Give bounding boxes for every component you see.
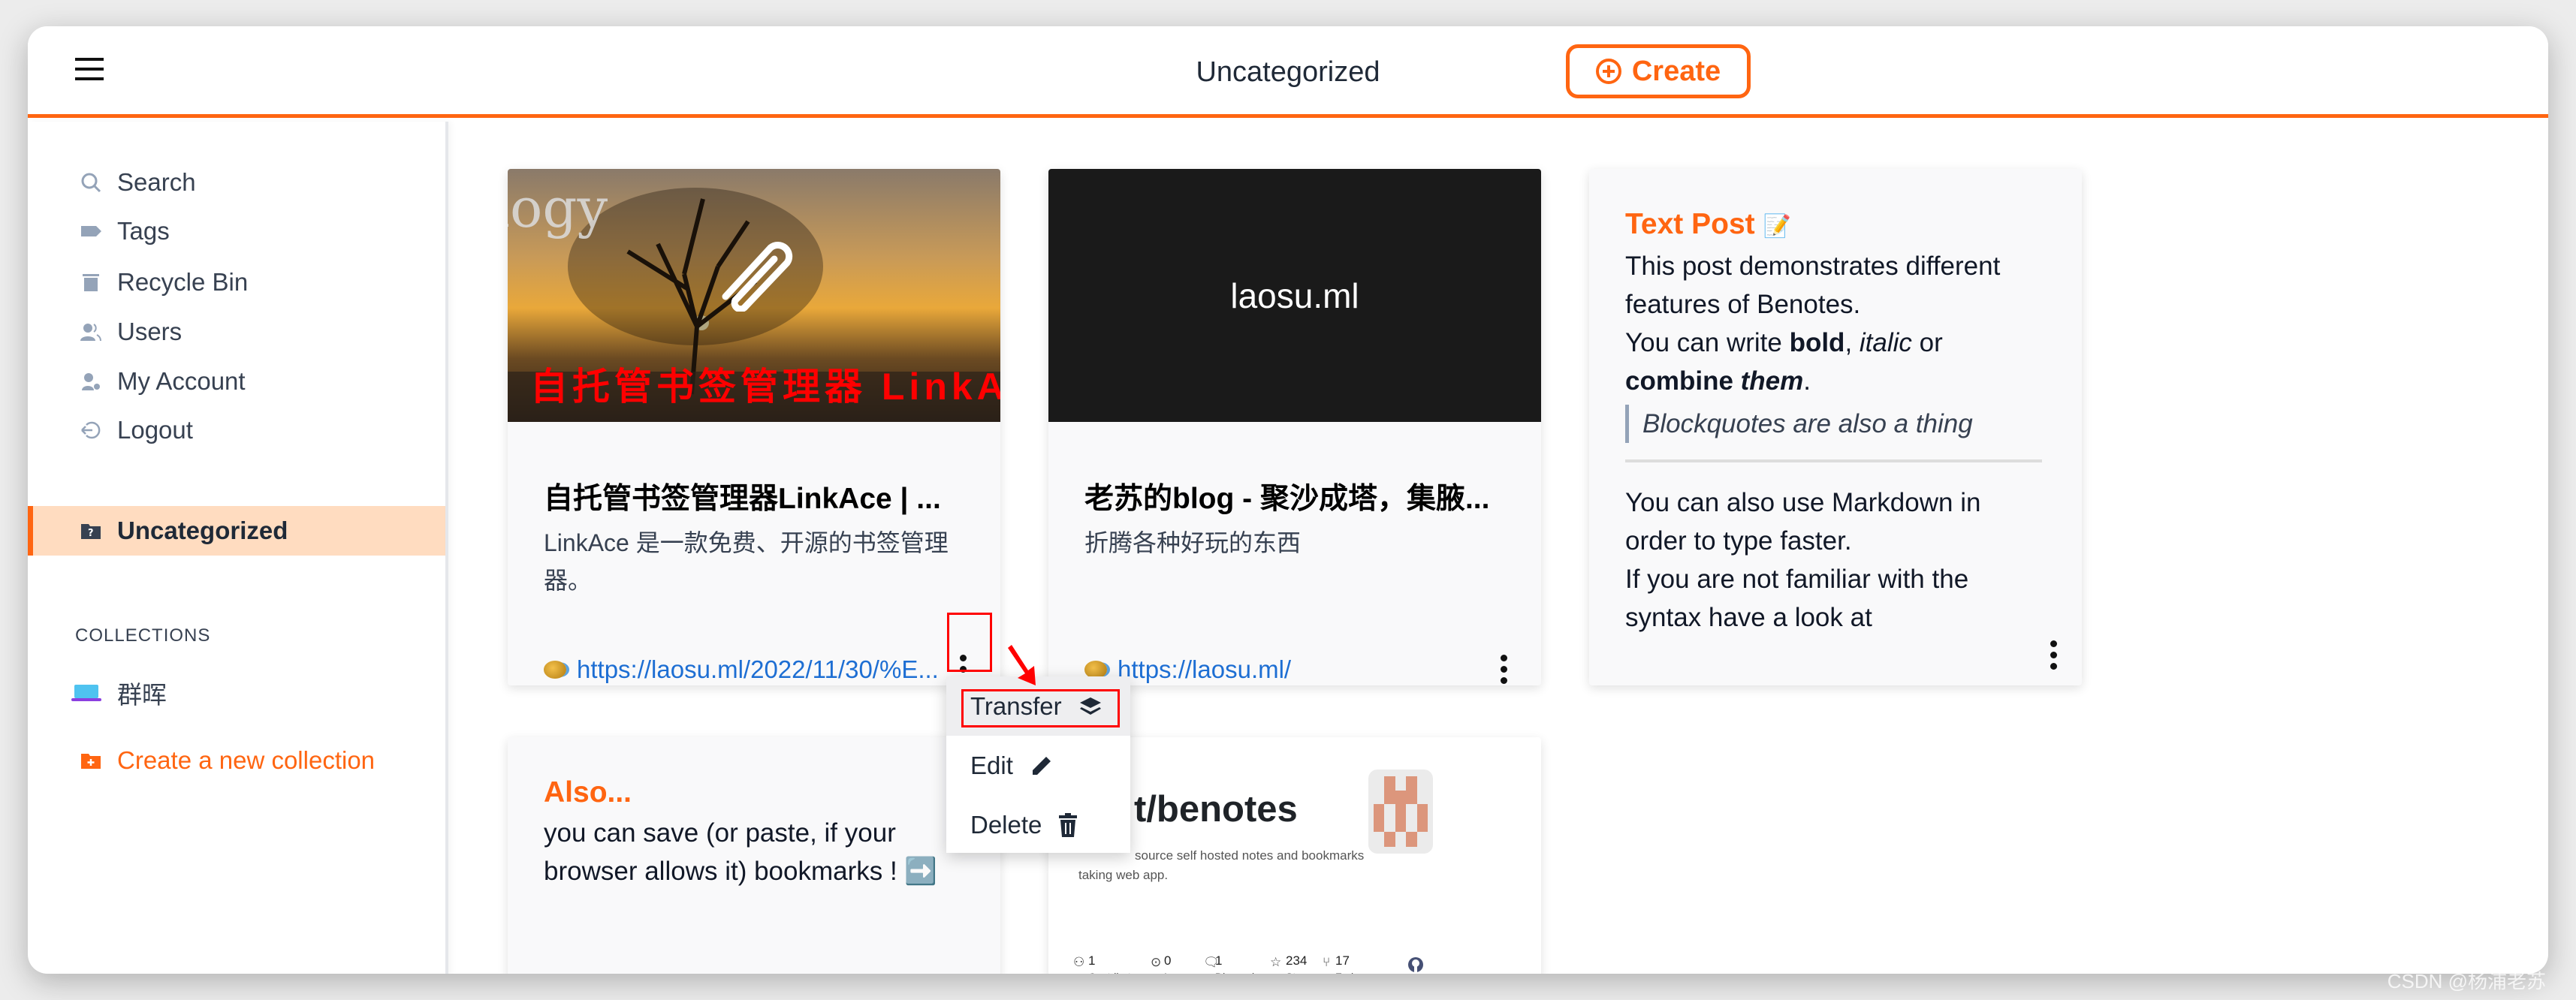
menu-item-label: Delete — [970, 810, 1042, 839]
sidebar-item-tags[interactable]: Tags — [28, 209, 445, 254]
sidebar-item-recycle-bin[interactable]: Recycle Bin — [28, 260, 445, 305]
sidebar: Search Tags Recycle Bin Users My Account… — [28, 122, 448, 974]
card-title: 自托管书签管理器LinkAce | ... — [544, 483, 941, 515]
stat-label: Contributor — [1088, 971, 1140, 974]
repo-description: source self hosted notes and bookmarks — [1135, 848, 1365, 863]
annotation-arrow-icon — [1008, 645, 1036, 685]
stat-label: Discussion — [1215, 971, 1266, 974]
card-title: 老苏的blog - 聚沙成塔，集腋... — [1084, 483, 1490, 515]
repo-avatar — [1368, 770, 1433, 854]
watermark: CSDN @杨浦老苏 — [2387, 970, 2546, 992]
stat-value: 1 — [1215, 953, 1223, 968]
issue-icon: ⊙ — [1151, 955, 1162, 969]
text-post-card[interactable]: Also... you can save (or paste, if your … — [508, 737, 1000, 974]
body-line: This post demonstrates different feature… — [1625, 252, 2001, 319]
sidebar-item-label: Search — [117, 168, 196, 196]
card-description: 折腾各种好玩的东西 — [1084, 529, 1302, 556]
trash-icon — [79, 271, 103, 294]
favicon-icon — [544, 661, 566, 679]
card-link[interactable]: https://laosu.ml/2022/11/30/%E... — [544, 655, 939, 684]
tag-icon — [79, 220, 103, 242]
folder-plus-icon — [79, 749, 103, 772]
repo-description: taking web app. — [1078, 868, 1169, 882]
bookmark-card[interactable]: laosu.ml 老苏的blog - 聚沙成塔，集腋... 折腾各种好玩的东西 … — [1048, 169, 1541, 685]
paperclip-icon — [710, 229, 793, 315]
layers-icon — [1079, 697, 1101, 715]
logout-icon — [79, 419, 103, 441]
app-window: Uncategorized Create Search Tags Recycle… — [28, 26, 2548, 974]
text-post-card[interactable]: Text Post 📝 This post demonstrates diffe… — [1589, 169, 2082, 685]
menu-item-label: Transfer — [970, 691, 1062, 720]
svg-text:?: ? — [88, 528, 94, 539]
stat-value: 0 — [1164, 953, 1172, 968]
sidebar-item-label: Create a new collection — [117, 746, 376, 774]
more-options-icon[interactable] — [1499, 655, 1508, 685]
trash-icon — [1059, 812, 1078, 837]
sidebar-item-collection[interactable]: 群晖 — [28, 670, 445, 715]
repo-name: t/benotes — [1134, 789, 1298, 830]
card-url: https://laosu.ml/2022/11/30/%E... — [577, 655, 939, 683]
body-line: You can also use Markdown in order to ty… — [1625, 488, 1981, 556]
stat-value: 17 — [1335, 953, 1350, 968]
body-line: combine them. — [1625, 366, 1811, 396]
folder-question-icon: ? — [79, 520, 103, 542]
card-description: LinkAce 是一款免费、开源的书签管理器。 — [544, 529, 949, 594]
menu-item-delete[interactable]: Delete — [946, 795, 1130, 854]
divider — [1625, 459, 2042, 462]
more-options-icon[interactable] — [2049, 640, 2058, 670]
stat-label: Stars — [1286, 971, 1311, 974]
sidebar-item-logout[interactable]: Logout — [28, 408, 445, 453]
sidebar-item-label: 群晖 — [117, 681, 167, 709]
image-watermark: logy — [508, 176, 608, 239]
stat-value: 234 — [1286, 953, 1308, 968]
context-menu: Transfer Edit Delete — [946, 676, 1130, 853]
image-caption: 自托管书签管理器 LinkAce — [530, 366, 1000, 408]
github-icon[interactable] — [1407, 956, 1424, 974]
search-icon — [79, 171, 103, 194]
memo-icon: 📝 — [1763, 214, 1791, 239]
sidebar-item-uncategorized[interactable]: ? Uncategorized — [28, 506, 445, 556]
sidebar-item-my-account[interactable]: My Account — [28, 359, 445, 404]
thumbnail-text: laosu.ml — [1230, 276, 1359, 315]
plus-circle-icon — [1595, 59, 1621, 84]
sidebar-item-label: Users — [117, 318, 182, 345]
star-icon: ☆ — [1270, 955, 1282, 969]
sidebar-item-search[interactable]: Search — [28, 160, 445, 205]
card-title: Also... — [544, 776, 632, 809]
page-title: Uncategorized — [1196, 56, 1380, 88]
create-label: Create — [1631, 55, 1721, 87]
sidebar-item-label: Uncategorized — [117, 517, 288, 544]
create-button[interactable]: Create — [1566, 44, 1751, 98]
stat-value: 1 — [1088, 953, 1096, 968]
create-collection-link[interactable]: Create a new collection — [28, 738, 445, 783]
card-body: This post demonstrates different feature… — [1625, 247, 2046, 637]
pencil-icon — [1032, 756, 1051, 775]
header: Uncategorized Create — [28, 26, 2548, 118]
people-icon: ⚇ — [1073, 955, 1085, 969]
menu-item-edit[interactable]: Edit — [946, 736, 1130, 795]
card-thumbnail: logy 自托管书签管理器 LinkAce — [508, 169, 1000, 422]
sidebar-item-label: Tags — [117, 217, 170, 245]
users-icon — [79, 321, 103, 343]
card-url: https://laosu.ml/ — [1118, 655, 1292, 683]
user-cog-icon — [79, 370, 103, 393]
sidebar-item-label: Logout — [117, 416, 193, 444]
card-title: Text Post 📝 — [1625, 208, 1791, 240]
body-line: If you are not familiar with the syntax … — [1625, 565, 1969, 632]
menu-item-label: Edit — [970, 751, 1013, 779]
laptop-icon — [71, 682, 101, 704]
stat-label: Issues — [1164, 971, 1194, 974]
card-thumbnail: laosu.ml — [1048, 169, 1541, 422]
card-body: you can save (or paste, if your browser … — [544, 818, 937, 886]
sidebar-item-users[interactable]: Users — [28, 309, 445, 354]
blockquote: Blockquotes are also a thing — [1625, 405, 2046, 443]
body-line: You can write bold, italic or — [1625, 328, 1943, 357]
collections-heading: COLLECTIONS — [75, 625, 211, 646]
bookmark-card[interactable]: logy 自托管书签管理器 LinkAce 自托管书签管理器LinkAce | … — [508, 169, 1000, 685]
sidebar-item-label: Recycle Bin — [117, 268, 249, 296]
stat-label: Forks — [1335, 971, 1362, 974]
sidebar-item-label: My Account — [117, 367, 246, 395]
fork-icon: ⑂ — [1323, 955, 1331, 969]
